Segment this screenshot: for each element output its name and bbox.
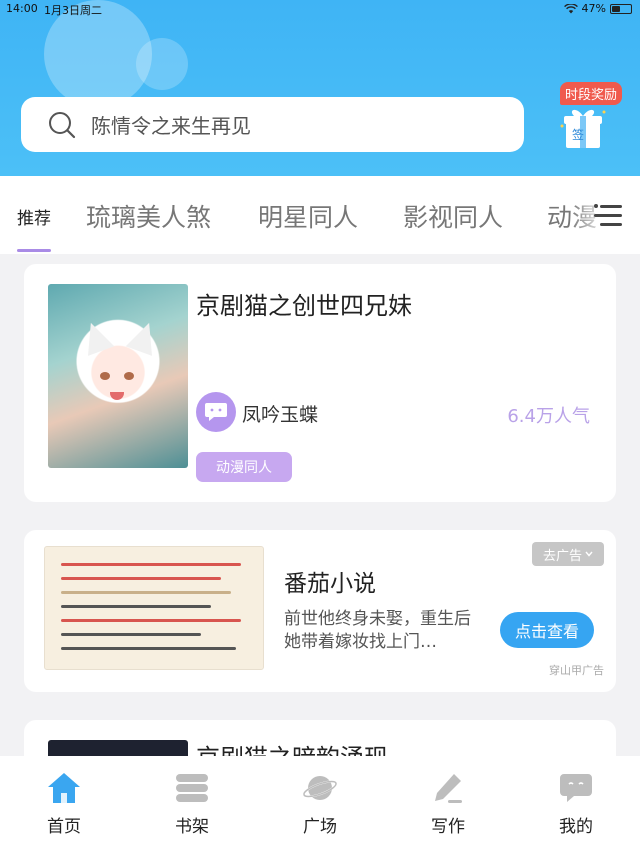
nav-plaza[interactable]: 广场 xyxy=(270,770,370,837)
nav-profile[interactable]: 我的 xyxy=(526,770,626,837)
nav-label: 书架 xyxy=(175,817,209,837)
active-tab-indicator xyxy=(17,249,51,252)
nav-label: 写作 xyxy=(431,817,465,837)
chevron-down-icon xyxy=(585,551,593,557)
nav-write[interactable]: 写作 xyxy=(398,770,498,837)
bookshelf-icon xyxy=(176,774,208,802)
genre-tag[interactable]: 动漫同人 xyxy=(196,452,292,482)
book-cover xyxy=(48,284,188,468)
ad-source: 穿山甲广告 xyxy=(549,664,604,677)
decorative-bubble xyxy=(136,38,188,90)
search-bar[interactable]: 陈情令之来生再见 xyxy=(21,97,524,152)
search-icon xyxy=(49,111,76,138)
status-time: 14:00 xyxy=(6,2,38,15)
view-ad-button[interactable]: 点击查看 xyxy=(500,612,594,648)
tab-liuli[interactable]: 琉璃美人煞 xyxy=(86,198,211,234)
gift-label: 签 xyxy=(572,128,585,142)
pen-icon xyxy=(435,774,462,803)
battery-icon xyxy=(610,3,632,14)
nav-label: 我的 xyxy=(559,817,593,837)
book-title: 京剧猫之创世四兄妹 xyxy=(196,292,412,320)
ad-image xyxy=(44,546,264,670)
status-bar: 14:00 1月3日周二 47% xyxy=(0,0,640,18)
category-tabs: 推荐 琉璃美人煞 明星同人 影视同人 动漫 xyxy=(0,176,640,254)
planet-icon xyxy=(302,776,338,800)
status-right: 47% xyxy=(563,2,632,15)
header: 14:00 1月3日周二 47% 陈情令之来生再见 时段奖励 签 xyxy=(0,0,640,176)
nav-label: 首页 xyxy=(47,817,81,837)
tab-film-tv[interactable]: 影视同人 xyxy=(403,198,503,234)
remove-ad-button[interactable]: 去广告 xyxy=(532,542,604,566)
nav-bookshelf[interactable]: 书架 xyxy=(142,770,242,837)
book-card[interactable]: 京剧猫之创世四兄妹 凤吟玉蝶 6.4万人气 动漫同人 xyxy=(24,264,616,502)
time-reward-button[interactable]: 时段奖励 签 xyxy=(550,82,630,152)
remove-ad-label: 去广告 xyxy=(542,548,582,564)
tab-recommend[interactable]: 推荐 xyxy=(17,204,51,229)
author-avatar xyxy=(196,392,236,432)
home-icon xyxy=(48,773,80,803)
status-date: 1月3日周二 xyxy=(44,4,102,17)
reward-badge: 时段奖励 xyxy=(560,82,623,105)
ad-card[interactable]: 番茄小说 前世他终身未娶，重生后她带着嫁妆找上门… 点击查看 去广告 穿山甲广告 xyxy=(24,530,616,692)
author-name[interactable]: 凤吟玉蝶 xyxy=(242,400,318,427)
ad-description: 前世他终身未娶，重生后她带着嫁妆找上门… xyxy=(284,609,471,652)
menu-icon[interactable] xyxy=(594,202,624,230)
bottom-navigation: 首页 书架 广场 写作 我的 xyxy=(0,756,640,853)
tab-celebrity[interactable]: 明星同人 xyxy=(258,198,358,234)
battery-percent: 47% xyxy=(581,2,606,15)
nav-label: 广场 xyxy=(303,817,337,837)
chat-bubble-icon xyxy=(205,403,227,421)
search-placeholder: 陈情令之来生再见 xyxy=(91,114,251,138)
ad-title: 番茄小说 xyxy=(284,571,376,597)
nav-home[interactable]: 首页 xyxy=(14,770,114,837)
wifi-icon xyxy=(563,3,578,14)
chat-bubble-icon xyxy=(560,774,592,802)
popularity-count: 6.4万人气 xyxy=(507,406,590,427)
